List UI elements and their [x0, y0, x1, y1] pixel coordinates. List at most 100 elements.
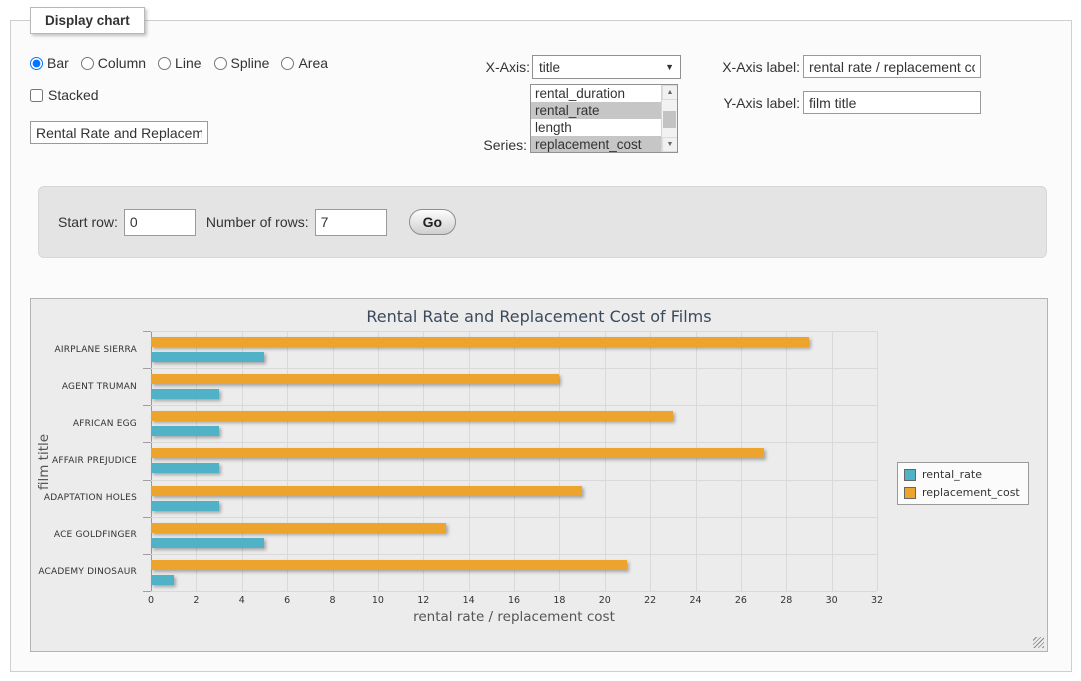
radio-column-label[interactable]: Column — [98, 55, 146, 71]
xaxis-tick-label: 4 — [239, 595, 245, 606]
gridline-vertical — [242, 331, 243, 591]
xaxis-tick-label: 16 — [508, 595, 520, 606]
xaxis-tick-label: 0 — [148, 595, 154, 606]
gridline-vertical — [605, 331, 606, 591]
series-option-length[interactable]: length — [531, 119, 677, 136]
gridline-vertical — [378, 331, 379, 591]
gridline-horizontal — [151, 480, 877, 481]
go-button[interactable]: Go — [409, 209, 456, 235]
radio-spline-label[interactable]: Spline — [231, 55, 270, 71]
gridline-horizontal — [151, 442, 877, 443]
xaxis-select-value: title — [539, 60, 560, 75]
bar-replacement_cost — [151, 560, 627, 570]
panel-legend: Display chart — [30, 7, 145, 34]
gridline-vertical — [741, 331, 742, 591]
gridline-vertical — [287, 331, 288, 591]
gridline-vertical — [832, 331, 833, 591]
gridline-vertical — [333, 331, 334, 591]
radio-area[interactable] — [281, 57, 294, 70]
radio-line-label[interactable]: Line — [175, 55, 201, 71]
bar-rental_rate — [151, 538, 264, 548]
resize-grip[interactable] — [1033, 637, 1044, 648]
chart-type-radio-group: Bar Column Line Spline Area — [30, 55, 336, 71]
bar-replacement_cost — [151, 523, 446, 533]
start-row-input[interactable] — [124, 209, 196, 236]
xaxis-select-label: X-Axis: — [445, 59, 530, 75]
xaxis-label-label: X-Axis label: — [705, 59, 800, 75]
bar-rental_rate — [151, 463, 219, 473]
chart-xaxis-title: rental rate / replacement cost — [151, 609, 877, 625]
yaxis-label-input[interactable] — [803, 91, 981, 114]
xaxis-tick-label: 30 — [826, 595, 838, 606]
gridline-horizontal — [151, 331, 877, 332]
gridline-vertical — [151, 331, 152, 591]
legend-swatch-replacement-cost — [904, 487, 916, 499]
series-scrollbar[interactable]: ▲ ▼ — [661, 85, 677, 152]
gridline-horizontal — [151, 368, 877, 369]
bar-replacement_cost — [151, 486, 582, 496]
category-axis-labels: AIRPLANE SIERRAAGENT TRUMANAFRICAN EGGAF… — [31, 331, 143, 591]
num-rows-input[interactable] — [315, 209, 387, 236]
bar-replacement_cost — [151, 411, 673, 421]
radio-bar-label[interactable]: Bar — [47, 55, 69, 71]
num-rows-label: Number of rows: — [206, 214, 309, 230]
category-label: AFRICAN EGG — [73, 419, 137, 429]
xaxis-tick-label: 26 — [735, 595, 747, 606]
gridline-vertical — [650, 331, 651, 591]
xaxis-label-input[interactable] — [803, 55, 981, 78]
legend-label-replacement-cost: replacement_cost — [922, 486, 1020, 499]
xaxis-tick-label: 6 — [284, 595, 290, 606]
category-label: AFFAIR PREJUDICE — [52, 456, 137, 466]
legend-item-rental-rate[interactable]: rental_rate — [904, 468, 1020, 481]
display-chart-panel: Display chart Bar Column Line Spline Are… — [10, 20, 1072, 672]
xaxis-select[interactable]: title ▼ — [532, 55, 681, 79]
panel-legend-text: Display chart — [45, 13, 130, 28]
series-option-rental-rate[interactable]: rental_rate — [531, 102, 677, 119]
xaxis-tick-label: 28 — [780, 595, 792, 606]
category-tick-mark — [143, 480, 151, 481]
xaxis-tick-label: 2 — [193, 595, 199, 606]
stacked-label[interactable]: Stacked — [48, 87, 99, 103]
gridline-vertical — [786, 331, 787, 591]
chart-container: Rental Rate and Replacement Cost of Film… — [30, 298, 1048, 652]
radio-column[interactable] — [81, 57, 94, 70]
gridline-horizontal — [151, 554, 877, 555]
bar-rental_rate — [151, 389, 219, 399]
category-tick-mark — [143, 405, 151, 406]
gridline-vertical — [514, 331, 515, 591]
series-option-rental-duration[interactable]: rental_duration — [531, 85, 677, 102]
gridline-horizontal — [151, 405, 877, 406]
scroll-down-icon[interactable]: ▼ — [662, 137, 678, 152]
xaxis-tick-label: 12 — [417, 595, 429, 606]
gridline-vertical — [196, 331, 197, 591]
row-range-panel: Start row: Number of rows: Go — [38, 186, 1047, 258]
legend-item-replacement-cost[interactable]: replacement_cost — [904, 486, 1020, 499]
xaxis-tick-label: 24 — [689, 595, 701, 606]
stacked-checkbox[interactable] — [30, 89, 43, 102]
stacked-row: Stacked — [30, 87, 99, 103]
xaxis-tick-label: 14 — [463, 595, 475, 606]
category-tick-mark — [143, 517, 151, 518]
bar-rental_rate — [151, 426, 219, 436]
scrollbar-thumb[interactable] — [663, 111, 676, 128]
legend-label-rental-rate: rental_rate — [922, 468, 982, 481]
chart-legend: rental_rate replacement_cost — [897, 462, 1029, 505]
radio-area-label[interactable]: Area — [298, 55, 328, 71]
series-multiselect[interactable]: rental_duration rental_rate length repla… — [530, 84, 678, 153]
gridline-vertical — [469, 331, 470, 591]
series-option-replacement-cost[interactable]: replacement_cost — [531, 136, 677, 153]
bar-replacement_cost — [151, 374, 559, 384]
bar-rental_rate — [151, 575, 174, 585]
radio-spline[interactable] — [214, 57, 227, 70]
scroll-up-icon[interactable]: ▲ — [662, 85, 678, 100]
plot-area — [151, 331, 877, 591]
xaxis-tick-label: 8 — [329, 595, 335, 606]
gridline-vertical — [696, 331, 697, 591]
radio-bar[interactable] — [30, 57, 43, 70]
chart-title-input[interactable] — [30, 121, 208, 144]
radio-line[interactable] — [158, 57, 171, 70]
gridline-vertical — [423, 331, 424, 591]
yaxis-label-label: Y-Axis label: — [705, 95, 800, 111]
bar-replacement_cost — [151, 337, 809, 347]
chart-title: Rental Rate and Replacement Cost of Film… — [31, 307, 1047, 326]
